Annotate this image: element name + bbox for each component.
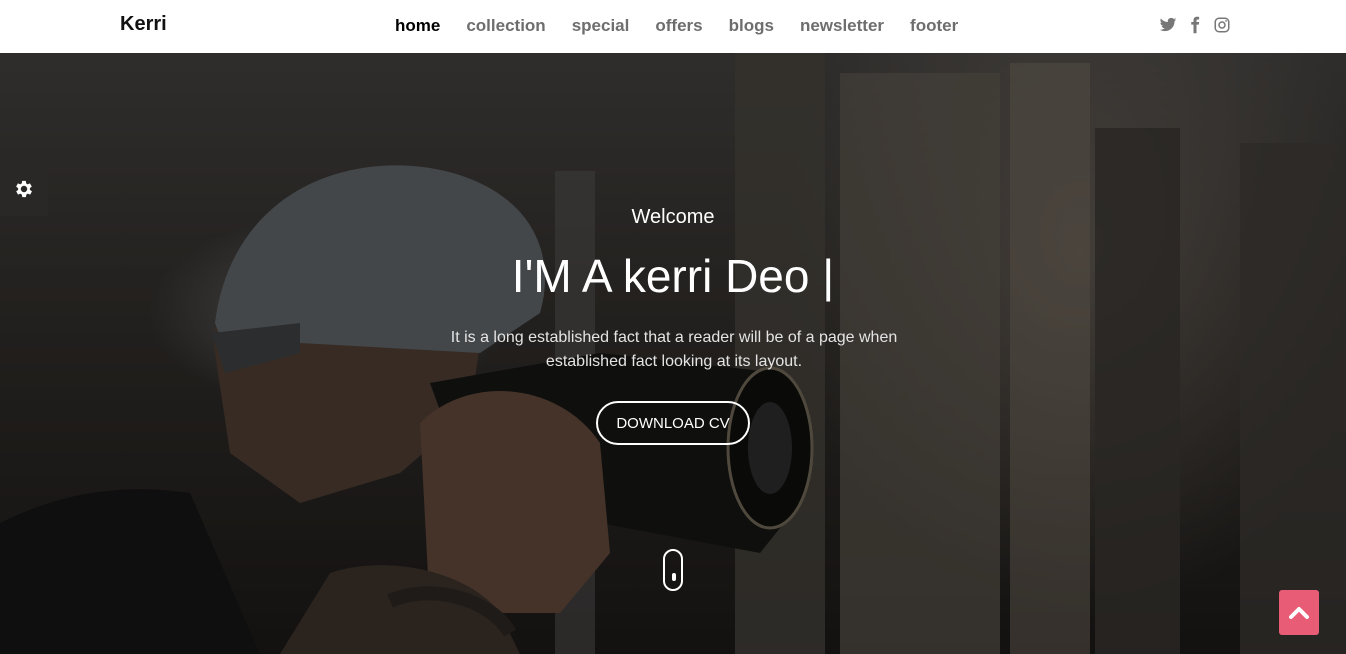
gear-icon	[16, 180, 32, 198]
instagram-icon[interactable]	[1213, 16, 1231, 34]
main-nav: home collection special offers blogs new…	[395, 16, 984, 36]
download-cv-button[interactable]: DOWNLOAD CV	[596, 401, 750, 445]
nav-link-collection[interactable]: collection	[466, 16, 545, 36]
twitter-icon[interactable]	[1159, 16, 1177, 34]
top-navbar: Kerri home collection special offers blo…	[0, 0, 1346, 53]
nav-link-footer[interactable]: footer	[910, 16, 958, 36]
settings-toggle[interactable]	[0, 162, 48, 216]
back-to-top-button[interactable]	[1279, 590, 1319, 635]
hero-section: Welcome I'M A kerri Deo | It is a long e…	[0, 53, 1346, 654]
hero-headline: I'M A kerri Deo |	[511, 250, 835, 302]
nav-link-home[interactable]: home	[395, 16, 440, 36]
scroll-mouse-icon[interactable]	[663, 549, 683, 591]
facebook-icon[interactable]	[1186, 16, 1204, 34]
mouse-wheel	[672, 573, 676, 581]
brand-logo[interactable]: Kerri	[120, 13, 167, 36]
chevron-up-icon	[1289, 606, 1309, 619]
nav-link-offers[interactable]: offers	[655, 16, 702, 36]
nav-link-blogs[interactable]: blogs	[729, 16, 774, 36]
hero-welcome-text: Welcome	[631, 206, 715, 228]
hero-description: It is a long established fact that a rea…	[450, 329, 898, 370]
social-links	[1159, 16, 1231, 34]
nav-link-newsletter[interactable]: newsletter	[800, 16, 884, 36]
nav-link-special[interactable]: special	[572, 16, 630, 36]
